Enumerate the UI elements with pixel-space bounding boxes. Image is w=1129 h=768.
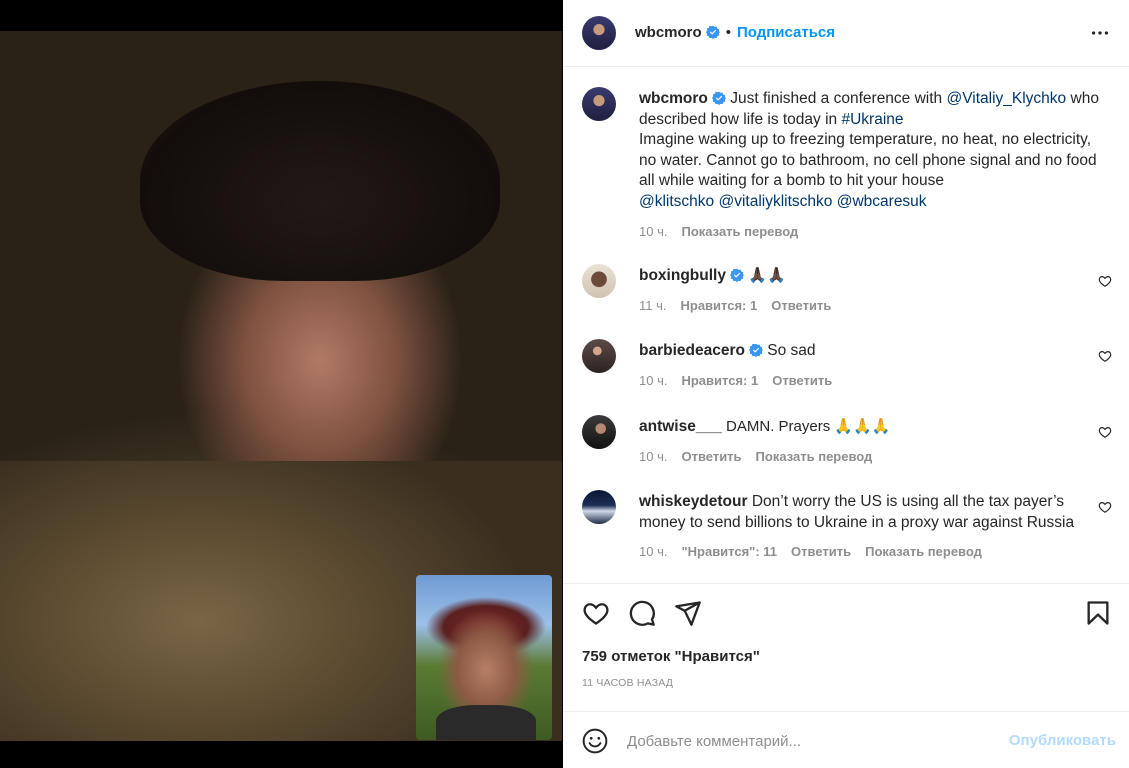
comments-list[interactable]: wbcmoro Just finished a conference with … [563, 68, 1129, 583]
mention-link[interactable]: @klitschko [639, 193, 714, 210]
post-media[interactable] [0, 0, 562, 768]
post-header: wbcmoro • Подписаться [563, 0, 1129, 67]
mention-link[interactable]: @wbcaresuk [837, 193, 927, 210]
share-icon[interactable] [674, 599, 702, 627]
commenter-avatar[interactable] [582, 415, 616, 449]
comment-body: boxingbully 🙏🏿🙏🏿 11 ч. Нравится: 1 Ответит… [639, 266, 1101, 316]
reply-button[interactable]: Ответить [771, 298, 831, 313]
caption-meta: 10 ч. Показать перевод [639, 222, 1101, 243]
comment-input[interactable] [627, 728, 987, 754]
post-actions [582, 599, 1112, 629]
comment-time[interactable]: 10 ч. [639, 544, 667, 559]
heart-icon[interactable] [582, 599, 610, 627]
picture-in-picture-video [416, 575, 552, 740]
comment-text: 🙏🏿🙏🏿 [748, 267, 786, 284]
comment-time[interactable]: 10 ч. [639, 373, 667, 388]
comment-body: whiskeydetour Don’t worry the US is usin… [639, 492, 1101, 563]
translate-button[interactable]: Показать перевод [756, 449, 873, 464]
likes-count[interactable]: 759 отметок "Нравится" [582, 648, 760, 665]
author-info: wbcmoro • Подписаться [635, 24, 835, 42]
author-username[interactable]: wbcmoro [635, 24, 702, 41]
commenter-avatar[interactable] [582, 264, 616, 298]
reply-button[interactable]: Ответить [791, 544, 851, 559]
commenter-username[interactable]: whiskeydetour [639, 493, 748, 510]
mention-link[interactable]: @Vitaliy_Klychko [946, 90, 1066, 107]
header-separator: • [725, 24, 731, 41]
verified-badge-icon [711, 91, 726, 105]
verified-badge-icon [705, 25, 720, 39]
commenter-avatar[interactable] [582, 490, 616, 524]
commenter-username[interactable]: barbiedeacero [639, 342, 745, 359]
comment-composer: Опубликовать [563, 712, 1129, 768]
video-subject-hair [140, 81, 500, 281]
actions-divider [563, 583, 1129, 584]
heart-icon[interactable] [1098, 349, 1112, 363]
comment-body: antwise___ DAMN. Prayers 🙏🙏🙏 10 ч. Ответи… [639, 417, 1101, 467]
publish-button[interactable]: Опубликовать [1009, 732, 1116, 749]
mention-link[interactable]: @vitaliyklitschko [718, 193, 832, 210]
follow-button[interactable]: Подписаться [737, 24, 835, 41]
translate-button[interactable]: Показать перевод [865, 544, 982, 559]
reply-button[interactable]: Ответить [681, 449, 741, 464]
comment-time[interactable]: 11 ч. [639, 298, 667, 313]
comment-time[interactable]: 10 ч. [639, 449, 667, 464]
caption-text-1: Just finished a conference with [730, 90, 943, 107]
bookmark-icon[interactable] [1084, 599, 1112, 627]
pip-subject-shirt [436, 705, 536, 740]
comment-meta: 10 ч. "Нравится": 11 Ответить Показать пере… [639, 542, 1101, 563]
hashtag-link[interactable]: #Ukraine [841, 111, 903, 128]
comment-body: barbiedeacero So sad 10 ч. Нравится: 1 Отв… [639, 341, 1101, 391]
commenter-avatar[interactable] [582, 339, 616, 373]
post-timestamp[interactable]: 11 ЧАСОВ НАЗАД [582, 677, 673, 689]
verified-badge-icon [748, 343, 763, 357]
caption-body: wbcmoro Just finished a conference with … [639, 89, 1101, 242]
author-avatar[interactable] [582, 16, 616, 50]
caption-text-3: Imagine waking up to freezing temperatur… [639, 131, 1097, 190]
commenter-username[interactable]: boxingbully [639, 267, 726, 284]
commenter-username[interactable]: antwise___ [639, 418, 722, 435]
heart-icon[interactable] [1098, 274, 1112, 288]
heart-icon[interactable] [1098, 500, 1112, 514]
verified-badge-icon [729, 268, 744, 282]
comment-likes[interactable]: Нравится: 1 [681, 298, 758, 313]
post-panel: wbcmoro • Подписаться wbcmoro Just finishe… [563, 0, 1129, 768]
comment-text: So sad [767, 342, 816, 359]
comment-likes[interactable]: "Нравится": 11 [681, 544, 777, 559]
comment-meta: 11 ч. Нравится: 1 Ответить [639, 296, 1101, 317]
comment-icon[interactable] [628, 599, 656, 627]
translate-button[interactable]: Показать перевод [681, 224, 798, 239]
comment-text: DAMN. Prayers 🙏🙏🙏 [726, 418, 891, 435]
caption-time[interactable]: 10 ч. [639, 224, 667, 239]
emoji-icon[interactable] [582, 728, 608, 754]
reply-button[interactable]: Ответить [772, 373, 832, 388]
comment-likes[interactable]: Нравится: 1 [681, 373, 758, 388]
heart-icon[interactable] [1098, 425, 1112, 439]
more-options-icon[interactable] [1089, 22, 1111, 44]
caption-username[interactable]: wbcmoro [639, 90, 708, 107]
comment-meta: 10 ч. Ответить Показать перевод [639, 447, 1101, 468]
caption-avatar[interactable] [582, 87, 616, 121]
comment-meta: 10 ч. Нравится: 1 Ответить [639, 371, 1101, 392]
